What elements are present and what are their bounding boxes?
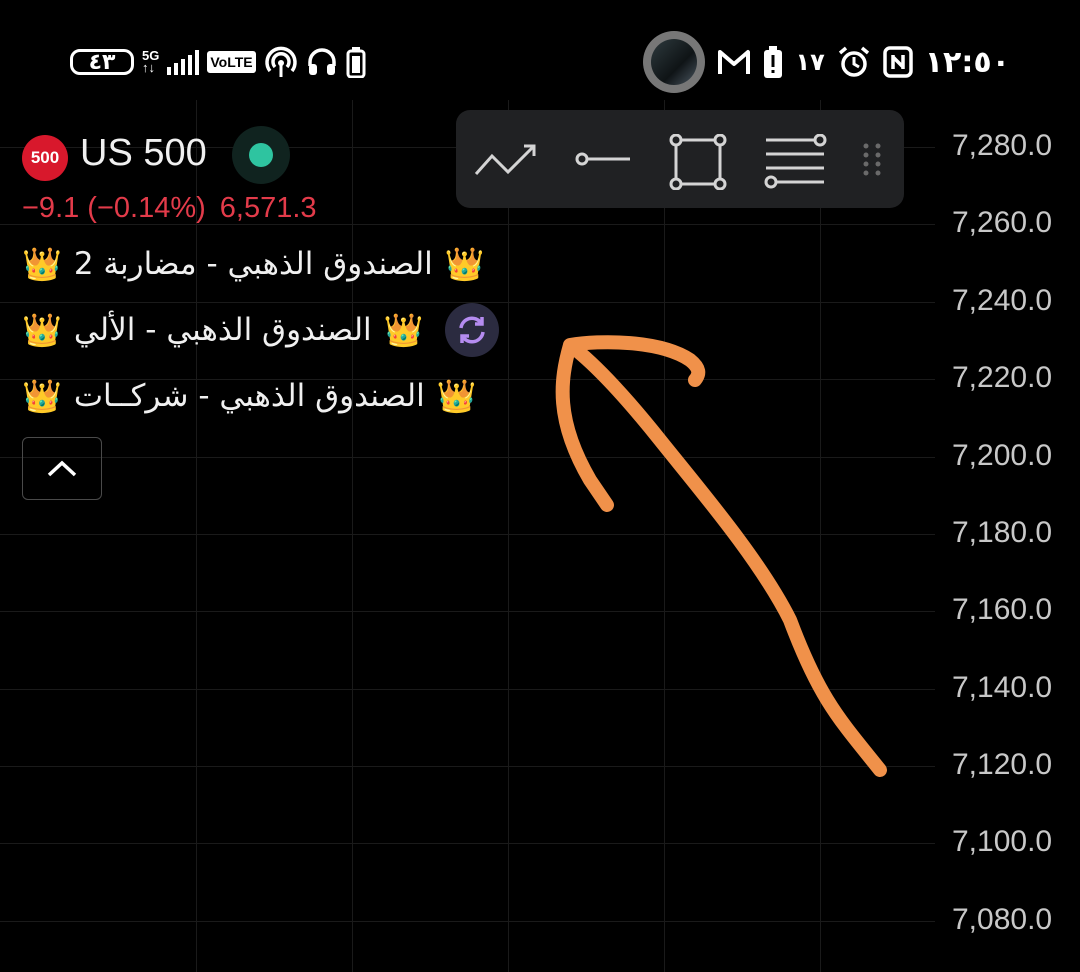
alarm-icon xyxy=(838,46,869,77)
horizontal-ray-icon[interactable] xyxy=(572,134,636,184)
axis-label: 7,240.0 xyxy=(952,284,1053,317)
axis-label: 7,180.0 xyxy=(952,516,1053,549)
axis-label: 7,100.0 xyxy=(952,825,1053,858)
axis-label: 7,280.0 xyxy=(952,129,1053,162)
nfc-icon xyxy=(883,46,913,78)
indicator-label[interactable]: الصندوق الذهبي - شركــات xyxy=(74,378,425,414)
trend-line-icon[interactable] xyxy=(470,134,542,184)
axis-label: 7,200.0 xyxy=(952,439,1053,472)
notification-avatar xyxy=(643,31,706,93)
symbol-badge[interactable]: 500 xyxy=(22,135,68,181)
battery-alert-icon xyxy=(764,46,783,78)
indicator-label[interactable]: الصندوق الذهبي - مضاربة 2 xyxy=(74,246,433,282)
gmail-icon xyxy=(718,50,751,74)
headphones-icon xyxy=(307,48,336,75)
rectangle-icon[interactable] xyxy=(668,134,728,190)
symbol-name[interactable]: US 500 xyxy=(80,128,207,178)
drag-handle-icon[interactable] xyxy=(858,142,888,178)
indicator-label[interactable]: الصندوق الذهبي - الألي xyxy=(74,312,372,348)
crown-icon: 👑 xyxy=(22,378,62,414)
axis-label: 7,140.0 xyxy=(952,671,1053,704)
collapse-indicators-button[interactable] xyxy=(22,437,102,500)
refresh-icon[interactable] xyxy=(445,303,500,357)
drawing-toolbar xyxy=(456,110,904,208)
price-line: −9.1 (−0.14%) 6,571.3 xyxy=(22,188,317,228)
crown-icon: 👑 xyxy=(22,246,62,282)
network-label: 5G xyxy=(142,48,160,63)
status-bar: ٤٣ 5G ↑↓ VoLTE ١٧ ١٢:٥٠ xyxy=(0,0,1080,120)
axis-label: 7,160.0 xyxy=(952,593,1053,626)
axis-label: 7,080.0 xyxy=(952,903,1053,936)
battery-full-icon xyxy=(346,47,366,78)
market-open-dot xyxy=(249,143,273,167)
indicator-row[interactable]: 👑 الصندوق الذهبي - مضاربة 2 👑 xyxy=(22,236,485,292)
market-status-indicator[interactable] xyxy=(232,126,290,184)
axis-label: 7,120.0 xyxy=(952,748,1053,781)
crown-icon: 👑 xyxy=(22,312,62,348)
price-change: −9.1 (−0.14%) xyxy=(22,192,206,224)
axis-label: 7,260.0 xyxy=(952,206,1053,239)
axis-label: 7,220.0 xyxy=(952,361,1053,394)
crown-icon: 👑 xyxy=(436,378,477,414)
status-clock: ١٢:٥٠ xyxy=(924,44,1010,80)
indicator-row[interactable]: 👑 الصندوق الذهبي - الألي 👑 xyxy=(22,302,500,358)
crown-icon: 👑 xyxy=(444,246,485,282)
battery-icon: ٤٣ xyxy=(70,49,134,75)
last-price: 6,571.3 xyxy=(219,192,317,224)
volte-icon: VoLTE xyxy=(207,51,256,73)
network-type: 5G ↑↓ xyxy=(142,48,160,75)
indicator-row[interactable]: 👑 الصندوق الذهبي - شركــات 👑 xyxy=(22,368,477,424)
fib-retracement-icon[interactable] xyxy=(762,134,828,190)
battery-percent: ٤٣ xyxy=(88,49,116,75)
signal-icon xyxy=(167,49,200,75)
crown-icon: 👑 xyxy=(383,312,424,348)
chevron-up-icon xyxy=(47,460,77,476)
hotspot-icon xyxy=(264,46,297,77)
status-date: ١٧ xyxy=(795,48,825,76)
